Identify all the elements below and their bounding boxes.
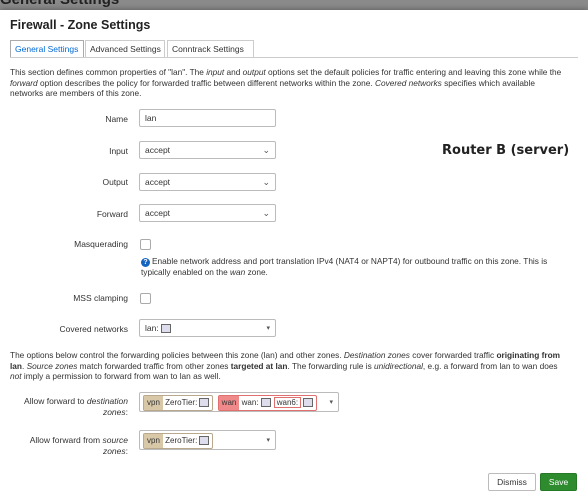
tab-advanced-settings[interactable]: Advanced Settings (85, 40, 165, 57)
network-icon (160, 324, 171, 334)
question-icon: ? (141, 258, 150, 267)
name-label: Name (105, 114, 128, 124)
mss-clamping-checkbox[interactable] (140, 293, 151, 304)
masquerading-label: Masquerading (74, 239, 128, 249)
forward-policy-select[interactable]: accept ⌄ (139, 204, 276, 222)
forward-to-select[interactable]: vpn ZeroTier: wan wan: wan6: ▾ (139, 392, 339, 412)
caret-down-icon: ▾ (266, 437, 270, 444)
modal-title: Firewall - Zone Settings (10, 18, 151, 32)
tab-divider (10, 57, 578, 58)
network-icon (199, 398, 210, 408)
covered-networks-select[interactable]: lan: ▾ (139, 319, 276, 337)
tab-general-settings[interactable]: General Settings (10, 40, 84, 57)
input-label: Input (109, 146, 128, 156)
forward-label: Forward (96, 209, 128, 219)
forward-from-label: Allow forward from source zones: (29, 435, 128, 456)
save-button[interactable]: Save (540, 473, 577, 491)
zone-chip-wan[interactable]: wan wan: wan6: (217, 394, 318, 411)
zone-chip-vpn[interactable]: vpn ZeroTier: (143, 394, 214, 411)
mss-clamping-label: MSS clamping (73, 293, 128, 303)
router-annotation: Router B (server) (442, 143, 570, 158)
dismiss-button[interactable]: Dismiss (488, 473, 536, 491)
tab-conntrack-settings[interactable]: Conntrack Settings (167, 40, 254, 57)
network-icon (199, 436, 210, 446)
output-policy-select[interactable]: accept ⌄ (139, 173, 276, 191)
section-description: This section defines common properties o… (10, 67, 562, 99)
caret-down-icon: ▾ (266, 325, 270, 332)
forwarding-description: The options below control the forwarding… (10, 350, 561, 382)
covered-networks-label: Covered networks (59, 324, 128, 334)
output-label: Output (102, 177, 128, 187)
zone-settings-modal: Firewall - Zone Settings General Setting… (0, 10, 588, 500)
caret-down-icon: ▾ (329, 399, 333, 406)
chevron-down-icon: ⌄ (262, 177, 270, 187)
network-icon (260, 398, 271, 408)
input-policy-select[interactable]: accept ⌄ (139, 141, 276, 159)
background-page-title: General Settings (0, 0, 119, 8)
name-input[interactable]: lan (139, 109, 276, 127)
chevron-down-icon: ⌄ (262, 208, 270, 218)
forward-to-label: Allow forward to destination zones: (24, 396, 128, 417)
network-icon (303, 398, 314, 408)
chevron-down-icon: ⌄ (262, 145, 270, 155)
masquerading-checkbox[interactable] (140, 239, 151, 250)
forward-from-select[interactable]: vpn ZeroTier: ▾ (139, 430, 276, 450)
zone-chip-vpn[interactable]: vpn ZeroTier: (143, 432, 214, 449)
masquerading-help: ? Enable network address and port transla… (141, 256, 548, 277)
